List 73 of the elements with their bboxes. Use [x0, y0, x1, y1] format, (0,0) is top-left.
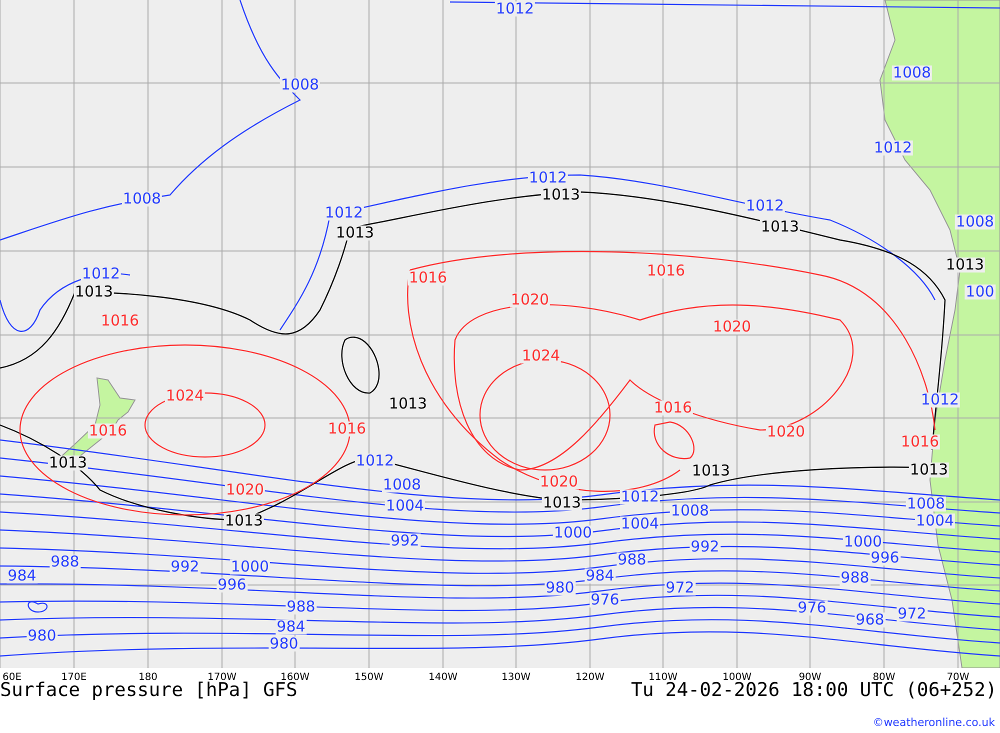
isobar-label: 984	[6, 568, 38, 584]
isobar-label: 1024	[164, 388, 206, 404]
isobar-label: 968	[854, 612, 886, 628]
isobar-label: 1020	[766, 424, 806, 440]
isobar-label: 1008	[382, 478, 422, 492]
isobar-label: 1013	[334, 226, 376, 240]
isobar-label: 1013	[944, 258, 986, 272]
isobar-label: 1004	[620, 516, 660, 532]
isobar-label: 1024	[520, 348, 562, 364]
isobar-label: 1013	[388, 396, 428, 412]
isobar-label: 1012	[80, 266, 122, 282]
isobar-label: 972	[664, 580, 696, 596]
isobar-label: 1016	[408, 270, 448, 286]
isobar-label: 972	[896, 606, 928, 622]
isobar-label: 1013	[542, 496, 582, 510]
isobar-label: 1012	[920, 392, 960, 408]
isobar-label: 1013	[908, 462, 950, 478]
isobar-label: 1008	[906, 496, 946, 512]
isobar-label: 1000	[230, 560, 270, 574]
isobar-label: 988	[50, 554, 80, 570]
isobar-label: 1020	[538, 474, 580, 490]
isobar-label: 1012	[872, 140, 914, 156]
isobar-label: 996	[870, 550, 900, 566]
isobar-label: 1008	[122, 192, 162, 206]
isobar-label: 1020	[712, 320, 752, 334]
isobar-label: 1012	[354, 454, 396, 468]
isobar-label: 992	[170, 560, 200, 574]
isobar-label: 980	[26, 628, 58, 644]
isobar-label: 980	[544, 580, 576, 596]
isobar-label: 1016	[652, 400, 694, 416]
isobar-label: 1013	[540, 188, 582, 202]
isobar-label: 988	[840, 570, 870, 586]
isobar-label: 984	[276, 620, 306, 634]
isobar-label: 1008	[954, 214, 996, 230]
isobar-label: 1013	[690, 464, 732, 478]
longitude-label: 150W	[354, 672, 384, 683]
isobar-label: 1008	[280, 78, 320, 92]
isobar-label: 1016	[326, 422, 368, 436]
isobar-label: 1008	[670, 504, 710, 518]
isobar-label: 1000	[842, 534, 884, 550]
isobar-label: 1012	[324, 206, 364, 220]
isobar-label: 1004	[914, 514, 956, 528]
isobar-label: 1012	[620, 490, 660, 504]
isobar-label: 996	[216, 578, 248, 592]
isobar-label: 1000	[552, 526, 594, 540]
isobar-label: 1016	[646, 264, 686, 278]
isobar-label: 988	[286, 600, 316, 614]
isobar-label: 1013	[74, 284, 114, 300]
isobar-label: 1013	[48, 456, 88, 470]
isobar-label: 1016	[900, 434, 940, 450]
isobar-label: 1016	[100, 314, 140, 328]
longitude-label: 130W	[502, 672, 530, 683]
isobar-label: 1013	[760, 220, 800, 234]
isobar-label: 980	[268, 636, 300, 652]
isobar-label: 992	[690, 540, 720, 554]
isobar-label: 1012	[744, 198, 786, 214]
isobar-label: 984	[584, 568, 616, 584]
isobar-label: 1020	[510, 292, 550, 308]
longitude-label: 120W	[576, 672, 604, 683]
isobar-label: 1012	[528, 170, 568, 186]
isobar-label: 976	[590, 592, 620, 608]
isobar-label: 100	[964, 284, 996, 300]
credit-link[interactable]: ©weatheronline.co.uk	[872, 716, 995, 729]
longitude-label: 140W	[428, 672, 458, 683]
isobar-label: 992	[390, 534, 420, 548]
isobar-label: 1013	[224, 514, 264, 528]
isobar-label: 988	[616, 552, 648, 568]
isobar-label: 1012	[494, 2, 536, 16]
isobar-label: 1020	[224, 482, 266, 498]
isobar-label: 976	[796, 600, 828, 616]
isobar-label: 1008	[892, 66, 932, 80]
isobar-label: 1016	[88, 424, 128, 438]
isobar-label: 1004	[384, 498, 426, 514]
